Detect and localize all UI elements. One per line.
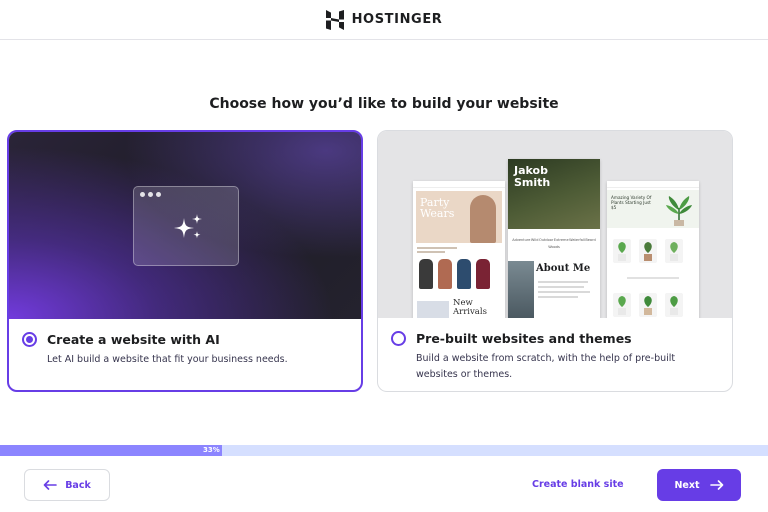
brand-logo[interactable]: HOSTINGER: [325, 9, 443, 30]
ai-illustration: [9, 132, 361, 319]
sparkles-icon: [174, 214, 202, 239]
progress-fill: 33%: [0, 445, 222, 456]
option-description: Let AI build a website that fit your bus…: [47, 354, 288, 365]
top-header: HOSTINGER: [0, 0, 768, 40]
browser-window-graphic: [133, 186, 239, 266]
plants-hero: Amazing Variety Of Plants Starting Just …: [607, 190, 699, 228]
window-dots: [140, 192, 161, 197]
brand-name: HOSTINGER: [351, 12, 443, 27]
radio-themes[interactable]: [391, 331, 406, 346]
option-description: Build a website from scratch, with the h…: [416, 353, 676, 380]
back-button[interactable]: Back: [24, 469, 110, 501]
portfolio-nav-item: Beard: [585, 238, 596, 242]
progress-bar: 33%: [0, 445, 768, 456]
next-label: Next: [674, 479, 700, 491]
plants-theme-preview: Amazing Variety Of Plants Starting Just …: [607, 181, 699, 318]
arrow-right-icon: [709, 480, 723, 490]
plants-hero-text: Amazing Variety Of Plants Starting Just …: [611, 195, 652, 211]
option-title: Create a website with AI: [47, 332, 220, 347]
portfolio-nav-item: Extreme: [553, 238, 569, 242]
plant-products-row-2: [613, 293, 683, 317]
fashion-hero: Party Wears: [416, 191, 502, 243]
option-card-themes[interactable]: Party Wears New Arrivals Jakob Smith Adv…: [377, 130, 733, 392]
radio-ai-selected[interactable]: [22, 332, 37, 347]
fashion-hero-title: Party Wears: [420, 196, 455, 220]
next-button[interactable]: Next: [657, 469, 741, 501]
portfolio-nav-item: Wild: [530, 238, 539, 242]
hiker-image: [508, 261, 534, 318]
product-thumb: [417, 301, 449, 318]
progress-label: 33%: [202, 446, 220, 454]
portfolio-section-title: About Me: [536, 263, 591, 274]
back-label: Back: [65, 479, 91, 491]
page-title: Choose how you’d like to build your webs…: [209, 96, 559, 112]
fashion-section-title: New Arrivals: [453, 298, 487, 317]
portfolio-nav: Adventure Wild Outdoor Extreme Waterfall…: [512, 237, 596, 251]
themes-preview: Party Wears New Arrivals Jakob Smith Adv…: [378, 131, 732, 318]
portfolio-hero-title: Jakob Smith: [514, 164, 551, 189]
portfolio-nav-item: Woods: [548, 245, 560, 249]
plant-products: [613, 239, 683, 263]
plant-image: [666, 196, 692, 226]
product-row: [419, 259, 490, 289]
portfolio-nav-item: Waterfall: [569, 238, 585, 242]
fashion-theme-preview: Party Wears New Arrivals: [413, 181, 505, 318]
hostinger-logo-icon: [325, 9, 344, 30]
portfolio-theme-preview: Jakob Smith Adventure Wild Outdoor Extre…: [508, 159, 600, 318]
model-image: [470, 195, 496, 243]
arrow-left-icon: [43, 480, 57, 490]
create-blank-site-link[interactable]: Create blank site: [532, 479, 624, 490]
option-card-ai[interactable]: Create a website with AI Let AI build a …: [7, 130, 363, 392]
portfolio-nav-item: Adventure: [512, 238, 531, 242]
portfolio-nav-item: Outdoor: [539, 238, 554, 242]
option-title: Pre-built websites and themes: [416, 331, 632, 346]
portfolio-hero: Jakob Smith: [508, 159, 600, 229]
